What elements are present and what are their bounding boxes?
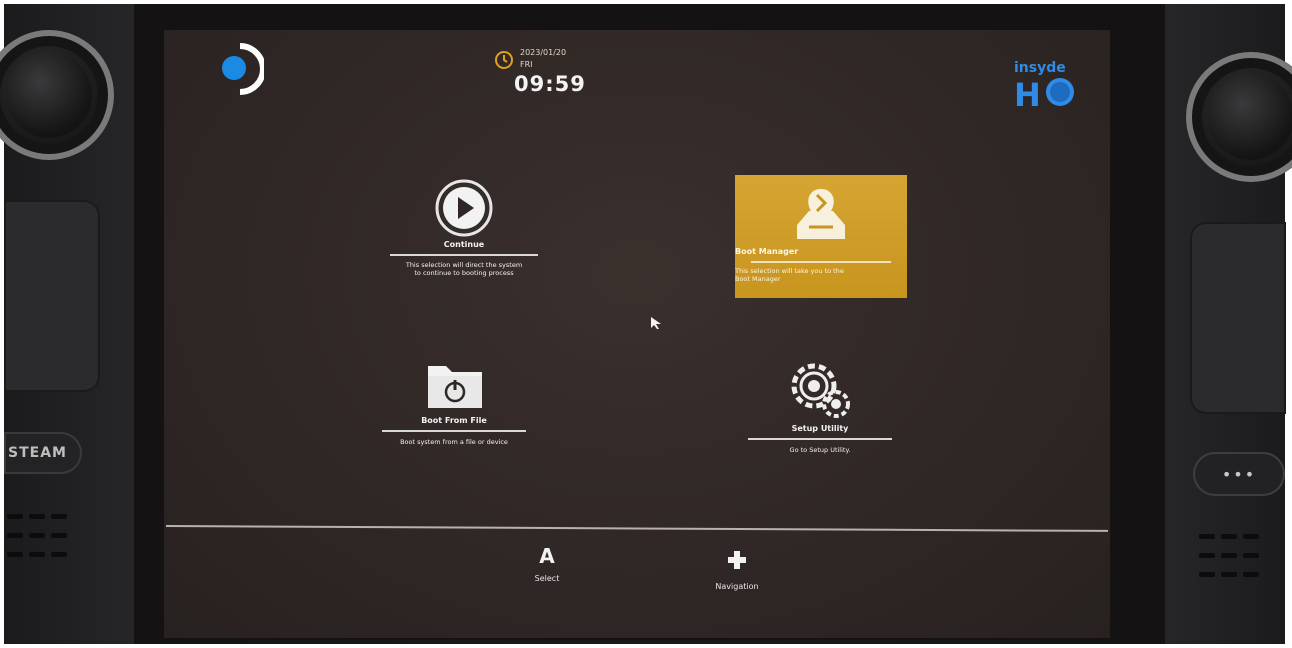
day-text: FRI <box>520 60 533 69</box>
insyde-logo-text: insyde <box>1014 60 1066 76</box>
time-text: 09:59 <box>514 72 586 96</box>
setup-utility-tile[interactable]: Setup Utility Go to Setup Utility. <box>746 360 894 458</box>
boot-manager-tile[interactable]: Boot Manager This selection will take yo… <box>735 175 907 298</box>
boot-from-file-description: Boot system from a file or device <box>400 438 508 446</box>
boot-manager-description-line1: This selection will take you to the <box>735 267 844 275</box>
boot-from-file-divider <box>382 430 526 432</box>
boot-manager-description-line2: Boot Manager <box>735 275 781 283</box>
right-trackpad[interactable] <box>1190 222 1286 414</box>
date-text: 2023/01/20 <box>520 48 567 57</box>
folder-power-icon <box>428 366 482 408</box>
boot-from-file-label: Boot From File <box>421 416 487 425</box>
steam-button[interactable]: STEAM <box>4 432 82 474</box>
setup-utility-label: Setup Utility <box>791 424 849 433</box>
left-trackpad[interactable] <box>4 200 100 392</box>
gears-icon <box>791 363 850 418</box>
boot-manager-label: Boot Manager <box>735 247 799 256</box>
h2o-bios-icon: H <box>1014 76 1074 112</box>
select-label: Select <box>534 574 560 583</box>
boot-manager-divider <box>751 261 891 263</box>
right-speaker-grille <box>1196 528 1266 585</box>
continue-label: Continue <box>443 240 485 249</box>
svg-text:H: H <box>1014 76 1041 112</box>
steam-logo-icon <box>222 43 264 95</box>
insyde-h2o-logo: insyde H <box>1010 60 1080 112</box>
dpad-icon <box>728 551 746 569</box>
navigation-label: Navigation <box>715 582 759 591</box>
boot-from-file-tile[interactable]: Boot From File Boot system from a file o… <box>378 356 530 452</box>
boot-manager-icon <box>797 189 845 239</box>
bios-screen <box>164 30 1110 638</box>
clock-icon <box>495 51 513 69</box>
play-icon <box>435 179 493 237</box>
clock-widget: 2023/01/20 FRI 09:59 <box>494 48 594 98</box>
setup-utility-description: Go to Setup Utility. <box>789 446 851 454</box>
left-speaker-grille <box>4 508 74 565</box>
quick-menu-button[interactable]: ••• <box>1193 452 1285 496</box>
continue-description-line2: to continue to booting process <box>414 269 514 277</box>
a-button-icon: A <box>539 544 555 568</box>
continue-tile[interactable]: Continue This selection will direct the … <box>384 176 544 286</box>
continue-divider <box>390 254 538 256</box>
continue-description-line1: This selection will direct the system <box>405 261 523 269</box>
navigation-hint: Navigation <box>704 550 770 591</box>
select-hint: A Select <box>520 544 574 583</box>
setup-utility-divider <box>748 438 892 440</box>
mouse-cursor-icon <box>651 317 661 329</box>
